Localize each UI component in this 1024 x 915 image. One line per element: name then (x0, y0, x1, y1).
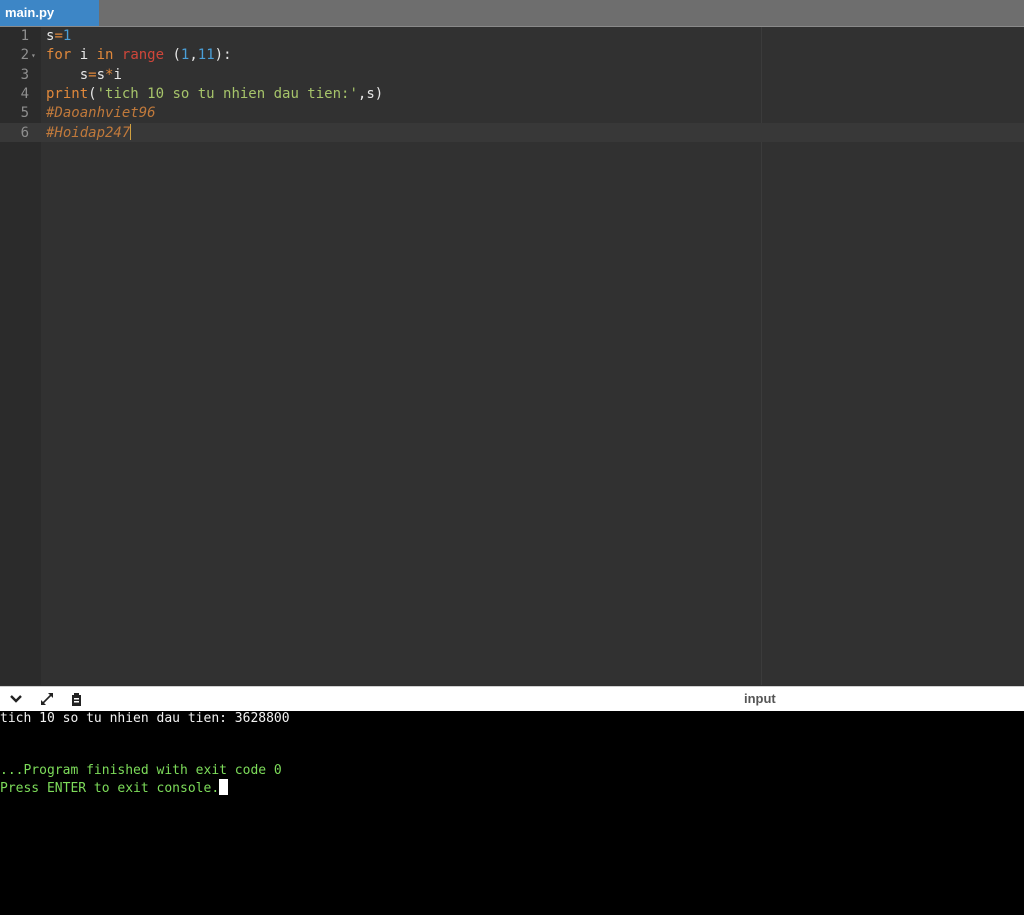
code-token: 1 (62, 28, 72, 44)
code-text: for i in range (1,11): (46, 46, 232, 65)
code-token: #Daoanhviet96 (46, 105, 156, 122)
code-token: 'tich 10 so tu nhien dau tien:' (96, 85, 358, 102)
code-token: in (96, 47, 114, 64)
input-label[interactable]: input (744, 691, 776, 706)
code-token: s (96, 66, 106, 83)
press-enter-text: Press ENTER to exit console. (0, 781, 220, 796)
code-token: i (113, 66, 122, 83)
code-line: 1 s=1 (0, 27, 1024, 46)
code-text: print('tich 10 so tu nhien dau tien:',s) (46, 85, 383, 104)
text-cursor (130, 123, 132, 140)
console-toolbar: input (0, 686, 1024, 712)
code-editor[interactable]: 1 s=1 2 ▾ for i in range (1,11): 3 s=s*i 4 prin… (0, 27, 1024, 685)
clipboard-icon[interactable] (68, 691, 86, 707)
line-number: 2 (20, 47, 29, 64)
line-number: 1 (20, 28, 29, 44)
code-text: #Hoidap247 (46, 123, 132, 143)
line-number: 5 (20, 105, 29, 122)
tab-bar: main.py (0, 0, 1024, 27)
code-token: ( (88, 85, 97, 102)
code-text: s=1 (46, 27, 71, 46)
code-line: 4 print('tich 10 so tu nhien dau tien:',s… (0, 85, 1024, 104)
code-token: i (71, 47, 97, 64)
code-token: = (88, 66, 97, 83)
code-line: 5 #Daoanhviet96 (0, 104, 1024, 123)
code-text: #Daoanhviet96 (46, 104, 156, 123)
expand-icon[interactable] (38, 691, 56, 707)
code-token: = (54, 28, 63, 44)
code-token: s (46, 66, 89, 83)
console-output[interactable]: tich 10 so tu nhien dau tien: 3628800 ..… (0, 711, 1024, 915)
fold-arrow-icon[interactable]: ▾ (31, 46, 36, 65)
code-token: ,s) (357, 85, 384, 102)
code-token: #Hoidap247 (46, 124, 131, 141)
code-token: range (121, 47, 165, 64)
code-line: 2 ▾ for i in range (1,11): (0, 46, 1024, 65)
console-exit-message: ...Program finished with exit code 0 (0, 763, 282, 778)
console-cursor (219, 779, 229, 795)
code-token: 11 (197, 47, 215, 64)
line-number: 6 (20, 124, 29, 141)
code-line: 6 #Hoidap247 (0, 123, 1024, 143)
line-number: 4 (20, 85, 29, 102)
code-line: 3 s=s*i (0, 66, 1024, 85)
code-token: print (46, 85, 89, 102)
console-prompt-line: Press ENTER to exit console. (0, 779, 229, 797)
code-token: , (189, 47, 198, 64)
tab-main-py[interactable]: main.py (0, 0, 99, 26)
code-token: ): (214, 47, 232, 64)
line-number: 3 (20, 66, 29, 83)
code-token: for (46, 47, 72, 64)
code-text: s=s*i (46, 66, 122, 85)
code-token: ( (164, 47, 181, 64)
chevron-down-icon[interactable] (7, 691, 25, 707)
console-output-line: tich 10 so tu nhien dau tien: 3628800 (0, 711, 290, 726)
